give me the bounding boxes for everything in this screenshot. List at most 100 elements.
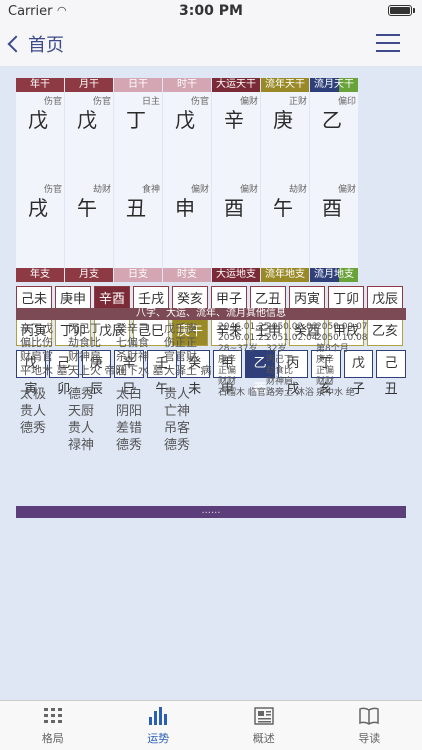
- pillar-cell[interactable]: 伤官戌: [16, 180, 64, 268]
- shensha-label: 贵人: [20, 404, 47, 419]
- liuyue-info: 2050.09.07 2050.10.08 第8个月 庚辛 正偏 财财 泉中水 绝: [316, 322, 368, 399]
- pillar-cell[interactable]: 正财庚: [261, 92, 309, 180]
- pillar-character: 丑: [126, 196, 146, 220]
- info-line: 2050.09.07: [316, 322, 368, 332]
- info-line: 28~37岁: [218, 344, 258, 354]
- ganzhi-tag[interactable]: 己丑: [376, 350, 406, 397]
- info-line: 正偏: [316, 366, 335, 376]
- liunian-info: 2050.02.03 2051.02.04 32岁 丙己丁 劫食比 财神肩 路旁土 沐浴: [266, 322, 318, 399]
- info-line: 平地木 墓: [20, 364, 68, 377]
- menu-icon-line: [376, 50, 400, 52]
- info-line: 泉中水 绝: [316, 388, 355, 398]
- info-line: 涧下水 墓: [116, 364, 164, 377]
- pillar-cell[interactable]: 偏财酉: [212, 180, 260, 268]
- info-line: 路旁土 沐浴: [266, 388, 314, 398]
- pillar-header: 年干: [16, 78, 64, 92]
- more-bar[interactable]: ......: [16, 506, 406, 518]
- info-line: 伤正正: [164, 336, 197, 349]
- pillar-header: 流年地支: [261, 268, 309, 282]
- pillar-header: 大运地支: [212, 268, 260, 282]
- shensha-label: 亡神: [164, 404, 191, 419]
- pillar-character: 庚: [273, 108, 293, 132]
- pillar-header: 月干: [65, 78, 113, 92]
- pillar-cell[interactable]: 偏财申: [163, 180, 211, 268]
- pillar-cell[interactable]: 伤官戊: [65, 92, 113, 180]
- ganzhi-tag[interactable]: 乙亥: [367, 318, 403, 346]
- info-line: 第8个月: [316, 344, 349, 354]
- shensha-label: 德秀: [116, 438, 143, 453]
- info-column: 戊壬庚 伤正正 官官财 大驿土 病贵人 亡神 吊客 德秀: [164, 322, 212, 454]
- navigation-bar: 首页: [0, 22, 422, 66]
- content-area: 年干 月干 日干 时干 大运天干 流年天干 流月天干 伤官戊伤官戊日主丁伤官戊偏财辛正财庚偏…: [0, 66, 422, 700]
- shensha-label: 贵人: [164, 387, 191, 402]
- header-row-bottom: 年支 月支 日支 时支 大运地支 流年地支 流月地支: [16, 268, 406, 282]
- pillar-cell[interactable]: 偏财辛: [212, 92, 260, 180]
- header-row-top: 年干 月干 日干 时干 大运天干 流年天干 流月天干: [16, 78, 406, 92]
- info-line: 庚辛: [218, 355, 237, 365]
- battery-icon: [388, 5, 412, 16]
- document-icon: [253, 705, 275, 727]
- menu-icon-line: [376, 34, 400, 36]
- pillar-header: 时支: [163, 268, 211, 282]
- info-line: 偏比伤: [20, 336, 53, 349]
- info-line: 财财: [316, 377, 335, 387]
- tab-label: 格局: [41, 732, 64, 745]
- tab-yunshi[interactable]: 运势: [106, 701, 212, 750]
- pillar-cell[interactable]: 伤官戊: [16, 92, 64, 180]
- pillar-character: 酉: [322, 196, 342, 220]
- info-line: 2051.02.04: [266, 333, 318, 343]
- clock: 3:00 PM: [179, 3, 243, 19]
- back-label: 首页: [28, 35, 64, 56]
- pillar-cell[interactable]: 伤官戊: [163, 92, 211, 180]
- info-line: 庚辛: [316, 355, 335, 365]
- pillar-header: 月支: [65, 268, 113, 282]
- pillar-cell[interactable]: 劫财午: [261, 180, 309, 268]
- section-title: 八字、大运、流年、流月其他信息: [16, 308, 406, 320]
- info-line: 财神肩: [266, 377, 294, 387]
- info-line: 财财: [218, 377, 237, 387]
- tab-bar: 格局 运势 概述 导读: [0, 700, 422, 750]
- info-line: 2056.01.25: [218, 333, 270, 343]
- menu-icon-line: [376, 42, 400, 44]
- pillar-header: 时干: [163, 78, 211, 92]
- pillar-character: 丁: [126, 108, 146, 132]
- pillar-cell[interactable]: 偏印乙: [310, 92, 358, 180]
- info-column: 癸辛己 七偏食 杀财神 涧下水 墓太白 阴阳 差错 德秀: [116, 322, 164, 454]
- shensha-label: 德秀: [20, 421, 47, 436]
- info-line: 2046.01.25: [218, 322, 270, 332]
- stem-row: 伤官戊伤官戊日主丁伤官戊偏财辛正财庚偏印乙: [16, 92, 406, 180]
- pillar-cell[interactable]: 食神丑: [114, 180, 162, 268]
- info-line: 杀财神: [116, 350, 149, 363]
- info-line: 七偏食: [116, 336, 149, 349]
- pillar-character: 戊: [28, 108, 48, 132]
- info-line: 财肩官: [20, 350, 53, 363]
- pillar-character: 戊: [77, 108, 97, 132]
- pillar-header: 流月天干: [310, 78, 358, 92]
- shensha-label: 德秀: [164, 438, 191, 453]
- tab-label: 导读: [358, 732, 381, 745]
- info-line: 大驿土 病: [164, 364, 212, 377]
- info-line: 32岁: [266, 344, 287, 354]
- info-line: 癸辛己: [116, 322, 149, 335]
- chevron-left-icon: [7, 35, 25, 53]
- pillar-cell[interactable]: 劫财午: [65, 180, 113, 268]
- info-line: 官官财: [164, 350, 197, 363]
- tab-daodu[interactable]: 导读: [317, 701, 422, 750]
- grid-icon: [42, 705, 64, 727]
- menu-button[interactable]: [376, 34, 400, 52]
- info-line: 2050.02.03: [266, 322, 318, 332]
- pillar-cell[interactable]: 日主丁: [114, 92, 162, 180]
- tab-gaishu[interactable]: 概述: [211, 701, 317, 750]
- info-line: 正偏: [218, 366, 237, 376]
- pillar-cell[interactable]: 偏财酉: [310, 180, 358, 268]
- back-button[interactable]: 首页: [7, 31, 64, 57]
- pillar-header: 日干: [114, 78, 162, 92]
- pillar-character: 戊: [175, 108, 195, 132]
- pillar-header: 流月地支: [310, 268, 358, 282]
- tab-geju[interactable]: 格局: [0, 701, 106, 750]
- pillar-character: 辛: [224, 108, 244, 132]
- pillar-character: 午: [77, 196, 97, 220]
- pillar-character: 申: [175, 196, 195, 220]
- pillar-header: 日支: [114, 268, 162, 282]
- dayun-info: 2046.01.25 2056.01.25 28~37岁 庚辛 正偏 财财 石榴木 临官: [218, 322, 270, 399]
